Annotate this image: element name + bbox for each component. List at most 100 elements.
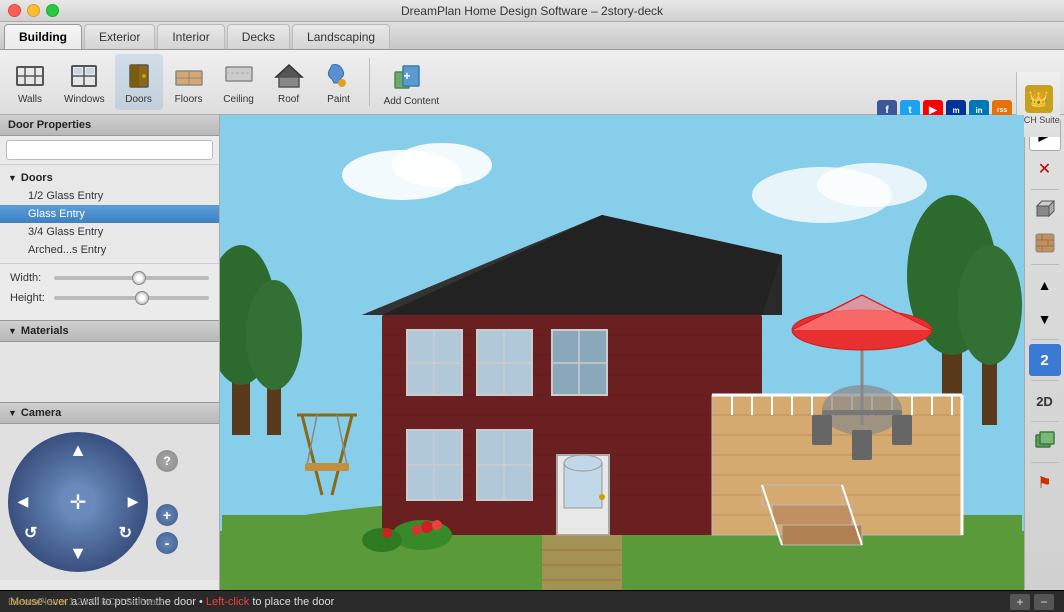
- walls-label: Walls: [18, 94, 42, 105]
- delete-icon: ✕: [1038, 159, 1051, 179]
- add-content-icon: +: [393, 58, 429, 94]
- nch-suite-icon: 👑: [1025, 85, 1053, 113]
- add-content-label: Add Content: [384, 96, 440, 107]
- height-slider-track: [54, 296, 209, 300]
- camera-controls: ▲ ▼ ◄ ► ↺ ↻ ✛ ? + -: [0, 424, 219, 580]
- list-item-3-4-glass[interactable]: 3/4 Glass Entry: [0, 223, 219, 241]
- tab-building[interactable]: Building: [4, 24, 82, 49]
- rt-separator-6: [1031, 462, 1059, 463]
- sliders-section: Width: Height:: [0, 263, 219, 320]
- viewport-scene: [220, 115, 1024, 590]
- paint-button[interactable]: Paint: [315, 54, 363, 110]
- doors-label: Doors: [125, 94, 152, 105]
- floors-icon: [173, 60, 205, 92]
- titlebar: DreamPlan Home Design Software – 2story-…: [0, 0, 1064, 22]
- camera-center[interactable]: ✛: [48, 472, 108, 532]
- rt-separator-1: [1031, 189, 1059, 190]
- materials-section: ▼ Materials: [0, 320, 219, 402]
- texture-icon: [1034, 232, 1056, 257]
- 3d-view-button[interactable]: [1029, 426, 1061, 458]
- windows-button[interactable]: Windows: [56, 54, 113, 110]
- width-label: Width:: [10, 272, 48, 284]
- maximize-button[interactable]: [46, 4, 59, 17]
- width-slider-row: Width:: [10, 272, 209, 284]
- height-label: Height:: [10, 292, 48, 304]
- arrow-down-button[interactable]: ▼: [1029, 303, 1061, 335]
- list-item-arched[interactable]: Arched...s Entry: [0, 241, 219, 259]
- svg-text:+: +: [404, 69, 411, 83]
- camera-side-controls: ? + -: [156, 450, 178, 554]
- camera-up-arrow[interactable]: ▲: [69, 440, 87, 461]
- camera-rotate-right[interactable]: ↻: [119, 523, 132, 543]
- status-zoom-out[interactable]: −: [1034, 594, 1054, 610]
- floors-button[interactable]: Floors: [165, 54, 213, 110]
- doors-category[interactable]: ▼ Doors: [0, 169, 219, 187]
- help-button[interactable]: ?: [156, 450, 178, 472]
- windows-label: Windows: [64, 94, 105, 105]
- search-bar: [0, 136, 219, 165]
- list-item-half-glass[interactable]: 1/2 Glass Entry: [0, 187, 219, 205]
- arrow-up-button[interactable]: ▲: [1029, 269, 1061, 301]
- door-list: ▼ Doors 1/2 Glass Entry Glass Entry 3/4 …: [0, 165, 219, 263]
- 2d-icon: 2D: [1036, 394, 1053, 409]
- width-slider-thumb[interactable]: [132, 271, 146, 285]
- right-toolbar: ▶ ✕: [1024, 115, 1064, 590]
- roof-button[interactable]: Roof: [265, 54, 313, 110]
- rt-separator-4: [1031, 380, 1059, 381]
- doors-icon: [123, 60, 155, 92]
- texture-button[interactable]: [1029, 228, 1061, 260]
- status-text-2: to place the door: [252, 596, 334, 608]
- paint-label: Paint: [327, 94, 350, 105]
- tab-interior[interactable]: Interior: [157, 24, 224, 49]
- add-content-button[interactable]: + Add Content: [376, 54, 448, 110]
- tab-landscaping[interactable]: Landscaping: [292, 24, 390, 49]
- tab-decks[interactable]: Decks: [227, 24, 290, 49]
- level2-icon: 2: [1040, 352, 1048, 369]
- camera-section: ▼ Camera ▲ ▼ ◄ ► ↺ ↻ ✛: [0, 402, 219, 590]
- zoom-in-button[interactable]: +: [156, 504, 178, 526]
- height-slider-thumb[interactable]: [135, 291, 149, 305]
- arrow-up-icon: ▲: [1038, 277, 1052, 293]
- walls-button[interactable]: Walls: [6, 54, 54, 110]
- status-zoom-in[interactable]: +: [1010, 594, 1030, 610]
- door-properties-header[interactable]: Door Properties: [0, 115, 219, 136]
- camera-down-arrow[interactable]: ▼: [69, 543, 87, 564]
- info-icon: ⚑: [1037, 473, 1051, 493]
- materials-header[interactable]: ▼ Materials: [0, 321, 219, 342]
- list-item-glass-entry[interactable]: Glass Entry: [0, 205, 219, 223]
- close-button[interactable]: [8, 4, 21, 17]
- materials-title: Materials: [21, 325, 69, 337]
- doors-category-label: Doors: [21, 172, 53, 184]
- rt-separator-2: [1031, 264, 1059, 265]
- door-search-input[interactable]: [6, 140, 213, 160]
- window-controls: [8, 4, 59, 17]
- height-slider-row: Height:: [10, 292, 209, 304]
- 2d-button[interactable]: 2D: [1029, 385, 1061, 417]
- box-icon: [1034, 198, 1056, 223]
- viewport: [220, 115, 1024, 590]
- arrow-down-icon: ▼: [1038, 311, 1052, 327]
- camera-left-arrow[interactable]: ◄: [14, 492, 32, 513]
- ceiling-button[interactable]: Ceiling: [215, 54, 263, 110]
- camera-rotate-left[interactable]: ↺: [24, 523, 37, 543]
- main-tabs: Building Exterior Interior Decks Landsca…: [0, 22, 1064, 50]
- box-button[interactable]: [1029, 194, 1061, 226]
- ceiling-label: Ceiling: [223, 94, 254, 105]
- version-text: DreamPlan v 1.28 © NCH Software: [8, 597, 165, 608]
- door-properties-title: Door Properties: [8, 119, 91, 131]
- doors-button[interactable]: Doors: [115, 54, 163, 110]
- delete-button[interactable]: ✕: [1029, 153, 1061, 185]
- camera-header[interactable]: ▼ Camera: [0, 403, 219, 424]
- zoom-out-button[interactable]: -: [156, 532, 178, 554]
- level2-button[interactable]: 2: [1029, 344, 1061, 376]
- tab-exterior[interactable]: Exterior: [84, 24, 155, 49]
- minimize-button[interactable]: [27, 4, 40, 17]
- window-title: DreamPlan Home Design Software – 2story-…: [401, 4, 663, 18]
- content-area: Door Properties ▼ Doors 1/2 Glass Entry …: [0, 115, 1064, 590]
- info-button[interactable]: ⚑: [1029, 467, 1061, 499]
- camera-right-arrow[interactable]: ►: [124, 492, 142, 513]
- left-panel: Door Properties ▼ Doors 1/2 Glass Entry …: [0, 115, 220, 590]
- status-leftclick: Left-click: [206, 596, 249, 608]
- roof-label: Roof: [278, 94, 299, 105]
- camera-wheel[interactable]: ▲ ▼ ◄ ► ↺ ↻ ✛: [8, 432, 148, 572]
